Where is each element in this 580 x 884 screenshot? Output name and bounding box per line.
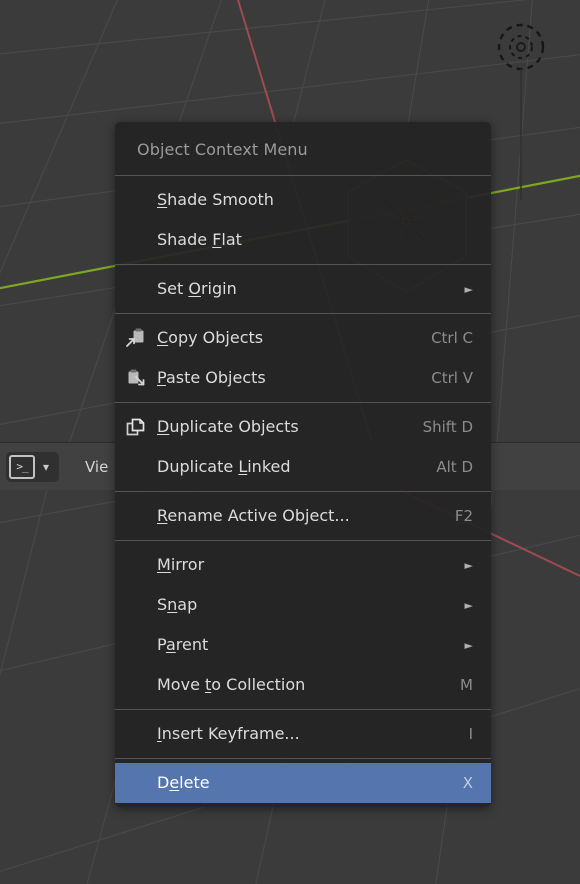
menu-item-icon-slot (115, 714, 157, 754)
submenu-arrow-icon: ► (464, 598, 473, 612)
menu-item-icon-slot (115, 625, 157, 665)
menu-item-shortcut: Shift D (422, 417, 473, 436)
menu-item-set-origin[interactable]: Set Origin ► (115, 269, 491, 309)
menu-item-parent[interactable]: Parent ► (115, 625, 491, 665)
submenu-arrow-icon: ► (464, 558, 473, 572)
submenu-arrow-icon: ► (464, 638, 473, 652)
menu-item-label: Shade Smooth (157, 189, 274, 209)
blender-window: >_ ▾ Vie Object Context Menu Shade Smoot… (0, 0, 580, 884)
menu-item-icon-slot (115, 269, 157, 309)
menu-item-icon-slot (115, 220, 157, 260)
menu-item-move-to-collection[interactable]: Move to Collection M (115, 665, 491, 705)
menu-item-label: Shade Flat (157, 229, 242, 249)
menu-item-duplicate-linked[interactable]: Duplicate Linked Alt D (115, 447, 491, 487)
menu-item-label: Mirror (157, 554, 205, 574)
chevron-down-icon[interactable]: ▾ (35, 461, 57, 473)
menu-item-label: Delete (157, 772, 210, 792)
menu-item-icon-slot (115, 447, 157, 487)
editor-type-selector[interactable]: >_ ▾ (6, 451, 59, 482)
menu-item-copy-objects[interactable]: Copy Objects Ctrl C (115, 318, 491, 358)
menu-item-icon-slot (115, 496, 157, 536)
menu-item-label: Paste Objects (157, 367, 266, 387)
menu-item-icon-slot (115, 180, 157, 220)
menu-item-label: Snap (157, 594, 198, 614)
menu-item-label: Parent (157, 634, 209, 654)
menu-item-shortcut: Alt D (436, 457, 473, 476)
menu-item-label: Insert Keyframe... (157, 723, 300, 743)
paste-icon (115, 358, 157, 398)
menu-item-shortcut: Ctrl V (431, 368, 473, 387)
context-menu-title: Object Context Menu (137, 140, 308, 159)
header-menu-view[interactable]: Vie (85, 458, 108, 476)
menu-item-shade-smooth[interactable]: Shade Smooth (115, 180, 491, 220)
object-context-menu[interactable]: Object Context Menu Shade Smooth Shade F… (115, 122, 491, 807)
menu-item-label: Set Origin (157, 278, 237, 298)
menu-item-shortcut: Ctrl C (431, 328, 473, 347)
console-icon: >_ (9, 454, 35, 479)
menu-item-shortcut: I (468, 724, 473, 743)
menu-item-icon-slot (115, 545, 157, 585)
menu-item-label: Copy Objects (157, 327, 264, 347)
menu-item-label: Rename Active Object... (157, 505, 350, 525)
menu-item-label: Move to Collection (157, 674, 306, 694)
menu-item-rename-active-object[interactable]: Rename Active Object... F2 (115, 496, 491, 536)
menu-item-duplicate-objects[interactable]: Duplicate Objects Shift D (115, 407, 491, 447)
menu-item-insert-keyframe[interactable]: Insert Keyframe... I (115, 714, 491, 754)
copy-icon (115, 318, 157, 358)
menu-item-label: Duplicate Linked (157, 456, 291, 476)
menu-item-snap[interactable]: Snap ► (115, 585, 491, 625)
submenu-arrow-icon: ► (464, 282, 473, 296)
menu-item-shortcut: F2 (454, 506, 473, 525)
menu-item-mirror[interactable]: Mirror ► (115, 545, 491, 585)
menu-item-shade-flat[interactable]: Shade Flat (115, 220, 491, 260)
menu-item-label: Duplicate Objects (157, 416, 299, 436)
menu-item-icon-slot (115, 763, 157, 803)
menu-item-icon-slot (115, 585, 157, 625)
menu-item-shortcut: X (462, 773, 473, 792)
menu-item-delete[interactable]: Delete X (115, 763, 491, 803)
menu-item-paste-objects[interactable]: Paste Objects Ctrl V (115, 358, 491, 398)
duplicate-icon (115, 407, 157, 447)
menu-item-icon-slot (115, 665, 157, 705)
menu-item-shortcut: M (460, 675, 473, 694)
